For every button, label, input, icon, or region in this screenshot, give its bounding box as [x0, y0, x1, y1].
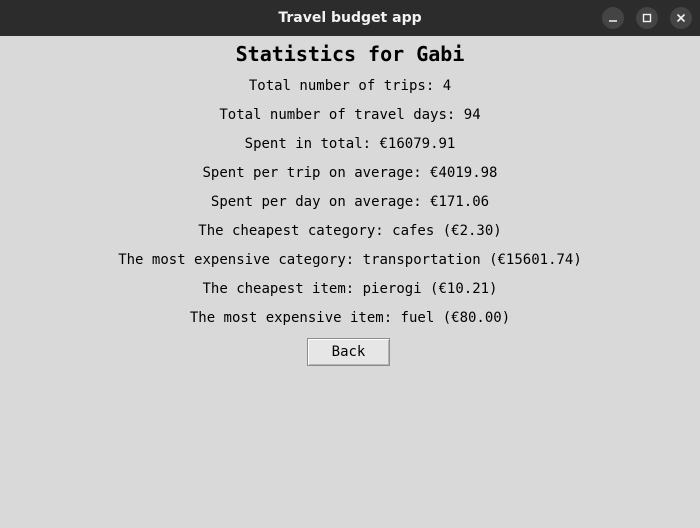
stat-most-expensive-category: The most expensive category: transportat…: [118, 252, 582, 268]
stat-per-day: Spent per day on average: €171.06: [210, 194, 490, 210]
stat-cheapest-category: The cheapest category: cafes (€2.30): [198, 223, 502, 239]
app-window: Travel budget app Statistics for Gabi To…: [0, 0, 700, 528]
stat-most-expensive-item: The most expensive item: fuel (€80.00): [189, 310, 511, 326]
back-button[interactable]: Back: [307, 338, 390, 366]
stat-total-days: Total number of travel days: 94: [219, 107, 481, 123]
maximize-button[interactable]: [636, 7, 658, 29]
stat-per-trip: Spent per trip on average: €4019.98: [202, 165, 498, 181]
title-bar[interactable]: Travel budget app: [0, 0, 700, 36]
maximize-icon: [642, 13, 652, 23]
minimize-icon: [609, 20, 617, 22]
stat-spent-total: Spent in total: €16079.91: [244, 136, 456, 152]
minimize-button[interactable]: [602, 7, 624, 29]
page-title: Statistics for Gabi: [235, 42, 465, 66]
stat-cheapest-item: The cheapest item: pierogi (€10.21): [202, 281, 498, 297]
close-icon: [676, 13, 686, 23]
stat-total-trips: Total number of trips: 4: [248, 78, 452, 94]
close-button[interactable]: [670, 7, 692, 29]
window-title: Travel budget app: [278, 10, 422, 26]
statistics-panel: Statistics for Gabi Total number of trip…: [0, 36, 700, 528]
